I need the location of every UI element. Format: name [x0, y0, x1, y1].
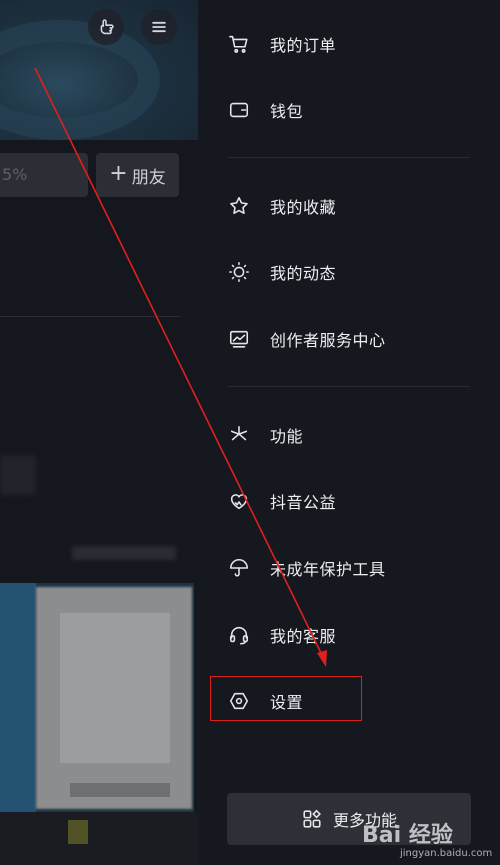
heart-hand-icon	[227, 489, 251, 513]
video-thumbnail[interactable]	[0, 583, 194, 813]
wallet-icon	[227, 98, 251, 122]
menu-item-label: 我的动态	[270, 264, 337, 283]
menu-item-label: 我的订单	[270, 36, 337, 55]
menu-item-features[interactable]: 功能	[198, 408, 500, 462]
plus-icon: +	[109, 161, 128, 186]
menu-item-creator-center[interactable]: 创作者服务中心	[198, 312, 500, 366]
profile-progress-box: 5%	[0, 153, 88, 197]
menu-item-activity[interactable]: 我的动态	[198, 245, 500, 299]
umbrella-icon	[227, 556, 251, 580]
menu-item-wallet[interactable]: 钱包	[198, 83, 500, 137]
chart-icon	[227, 327, 251, 351]
blurred-content	[72, 546, 176, 560]
banner-decoration	[0, 20, 160, 140]
menu-item-minor-protection[interactable]: 未成年保护工具	[198, 541, 500, 595]
watermark-logo: Bai 经验	[362, 823, 453, 848]
menu-item-favorites[interactable]: 我的收藏	[198, 179, 500, 233]
hamburger-icon	[152, 21, 166, 33]
headset-icon	[227, 623, 251, 647]
add-friend-label: 朋友	[131, 167, 166, 188]
grid-icon	[303, 809, 321, 828]
blurred-content	[68, 820, 88, 844]
menu-item-orders[interactable]: 我的订单	[198, 17, 500, 71]
thumbnail-detail	[60, 613, 170, 763]
menu-item-label: 创作者服务中心	[270, 331, 386, 350]
menu-item-customer-service[interactable]: 我的客服	[198, 608, 500, 662]
menu-item-label: 钱包	[270, 102, 304, 121]
menu-item-label: 我的收藏	[270, 198, 337, 217]
menu-item-label: 我的客服	[270, 627, 337, 646]
sun-icon	[227, 260, 251, 284]
add-friend-button[interactable]: + 朋友	[96, 153, 179, 197]
menu-item-label: 抖音公益	[270, 493, 337, 512]
sparkle-icon	[227, 423, 251, 447]
thumbnail-edge	[0, 583, 36, 813]
star-icon	[227, 194, 251, 218]
progress-percent-text: 5%	[2, 165, 28, 184]
menu-divider	[228, 386, 470, 387]
background-app: 5% + 朋友	[0, 0, 198, 865]
menu-item-label: 未成年保护工具	[270, 560, 386, 579]
hand-point-icon	[100, 19, 114, 35]
blurred-content	[0, 455, 36, 495]
divider	[0, 316, 180, 317]
menu-button[interactable]	[141, 9, 177, 45]
watermark-url: jingyan.baidu.com	[400, 848, 493, 859]
menu-item-label: 功能	[270, 427, 304, 446]
baidu-jingyan-watermark: Bai 经验 jingyan.baidu.com	[360, 815, 500, 865]
annotation-highlight-box	[210, 676, 362, 721]
menu-divider	[228, 157, 470, 158]
bottom-strip	[0, 812, 198, 865]
menu-item-charity[interactable]: 抖音公益	[198, 474, 500, 528]
hand-point-button[interactable]	[88, 9, 124, 45]
thumbnail-detail	[70, 783, 170, 797]
cart-icon	[227, 32, 251, 56]
